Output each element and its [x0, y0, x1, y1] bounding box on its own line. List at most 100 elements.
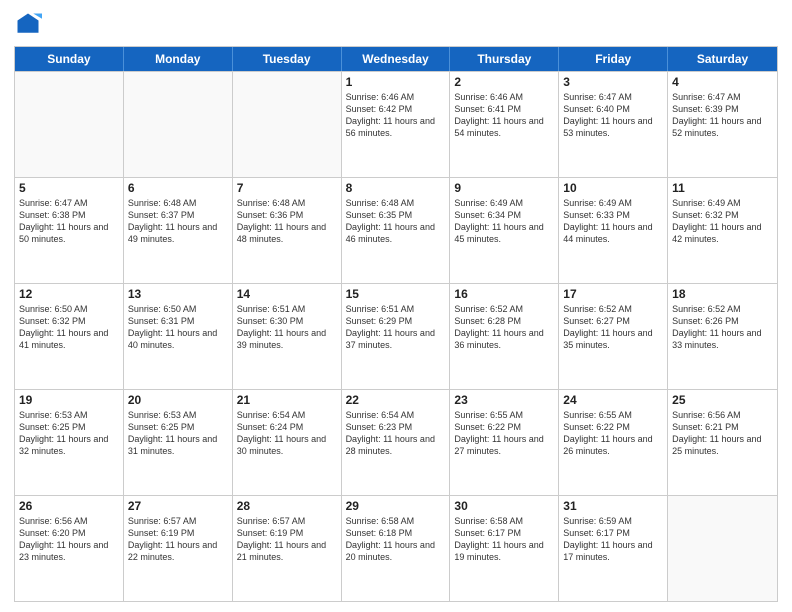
calendar-cell: 11 Sunrise: 6:49 AM Sunset: 6:32 PM Dayli…	[668, 178, 777, 283]
calendar-cell: 24 Sunrise: 6:55 AM Sunset: 6:22 PM Dayli…	[559, 390, 668, 495]
day-number: 6	[128, 181, 228, 195]
day-info: Sunrise: 6:48 AM Sunset: 6:36 PM Dayligh…	[237, 197, 337, 246]
weekday-header: Sunday	[15, 47, 124, 71]
calendar-cell: 28Sunrise: 6:57 AM Sunset: 6:19 PM Dayli…	[233, 496, 342, 601]
calendar: SundayMondayTuesdayWednesdayThursdayFrid…	[14, 46, 778, 602]
day-info: Sunrise: 6:51 AM Sunset: 6:29 PM Dayligh…	[346, 303, 446, 352]
calendar-row: 26 Sunrise: 6:56 AM Sunset: 6:20 PM Dayli…	[15, 495, 777, 601]
day-info: Sunrise: 6:59 AM Sunset: 6:17 PM Dayligh…	[563, 515, 663, 564]
day-number: 3	[563, 75, 663, 89]
day-info: Sunrise: 6:46 AM Sunset: 6:42 PM Dayligh…	[346, 91, 446, 140]
day-info: Sunrise: 6:56 AM Sunset: 6:20 PM Dayligh…	[19, 515, 119, 564]
calendar-cell: 13 Sunrise: 6:50 AM Sunset: 6:31 PM Dayli…	[124, 284, 233, 389]
day-info: Sunrise: 6:53 AM Sunset: 6:25 PM Dayligh…	[128, 409, 228, 458]
calendar-row: 1 Sunrise: 6:46 AM Sunset: 6:42 PM Daylig…	[15, 71, 777, 177]
calendar-cell: 21Sunrise: 6:54 AM Sunset: 6:24 PM Dayli…	[233, 390, 342, 495]
calendar-cell: 3 Sunrise: 6:47 AM Sunset: 6:40 PM Daylig…	[559, 72, 668, 177]
day-info: Sunrise: 6:55 AM Sunset: 6:22 PM Dayligh…	[563, 409, 663, 458]
day-info: Sunrise: 6:56 AM Sunset: 6:21 PM Dayligh…	[672, 409, 773, 458]
logo-icon	[14, 10, 42, 38]
calendar-cell: 26 Sunrise: 6:56 AM Sunset: 6:20 PM Dayli…	[15, 496, 124, 601]
day-number: 30	[454, 499, 554, 513]
day-number: 8	[346, 181, 446, 195]
calendar-cell: 4 Sunrise: 6:47 AM Sunset: 6:39 PM Daylig…	[668, 72, 777, 177]
day-number: 18	[672, 287, 773, 301]
calendar-cell: 25 Sunrise: 6:56 AM Sunset: 6:21 PM Dayli…	[668, 390, 777, 495]
day-number: 27	[128, 499, 228, 513]
day-number: 16	[454, 287, 554, 301]
weekday-header: Friday	[559, 47, 668, 71]
calendar-cell	[668, 496, 777, 601]
day-info: Sunrise: 6:46 AM Sunset: 6:41 PM Dayligh…	[454, 91, 554, 140]
day-info: Sunrise: 6:58 AM Sunset: 6:18 PM Dayligh…	[346, 515, 446, 564]
day-info: Sunrise: 6:58 AM Sunset: 6:17 PM Dayligh…	[454, 515, 554, 564]
day-number: 9	[454, 181, 554, 195]
day-number: 11	[672, 181, 773, 195]
calendar-cell: 30 Sunrise: 6:58 AM Sunset: 6:17 PM Dayli…	[450, 496, 559, 601]
calendar-cell: 12 Sunrise: 6:50 AM Sunset: 6:32 PM Dayli…	[15, 284, 124, 389]
day-info: Sunrise: 6:57 AM Sunset: 6:19 PM Dayligh…	[128, 515, 228, 564]
weekday-header: Monday	[124, 47, 233, 71]
day-number: 21	[237, 393, 337, 407]
day-number: 24	[563, 393, 663, 407]
calendar-row: 12 Sunrise: 6:50 AM Sunset: 6:32 PM Dayli…	[15, 283, 777, 389]
calendar-cell: 16 Sunrise: 6:52 AM Sunset: 6:28 PM Dayli…	[450, 284, 559, 389]
day-number: 31	[563, 499, 663, 513]
day-number: 7	[237, 181, 337, 195]
day-number: 26	[19, 499, 119, 513]
day-number: 22	[346, 393, 446, 407]
day-number: 2	[454, 75, 554, 89]
day-number: 19	[19, 393, 119, 407]
day-info: Sunrise: 6:47 AM Sunset: 6:40 PM Dayligh…	[563, 91, 663, 140]
logo	[14, 10, 46, 38]
day-info: Sunrise: 6:50 AM Sunset: 6:31 PM Dayligh…	[128, 303, 228, 352]
calendar-cell: 23 Sunrise: 6:55 AM Sunset: 6:22 PM Dayli…	[450, 390, 559, 495]
calendar-cell: 2 Sunrise: 6:46 AM Sunset: 6:41 PM Daylig…	[450, 72, 559, 177]
day-number: 4	[672, 75, 773, 89]
calendar-cell: 1 Sunrise: 6:46 AM Sunset: 6:42 PM Daylig…	[342, 72, 451, 177]
day-info: Sunrise: 6:49 AM Sunset: 6:33 PM Dayligh…	[563, 197, 663, 246]
day-info: Sunrise: 6:54 AM Sunset: 6:23 PM Dayligh…	[346, 409, 446, 458]
day-number: 5	[19, 181, 119, 195]
calendar-cell	[15, 72, 124, 177]
day-info: Sunrise: 6:47 AM Sunset: 6:38 PM Dayligh…	[19, 197, 119, 246]
day-number: 13	[128, 287, 228, 301]
calendar-cell	[233, 72, 342, 177]
calendar-cell: 27 Sunrise: 6:57 AM Sunset: 6:19 PM Dayli…	[124, 496, 233, 601]
weekday-header: Saturday	[668, 47, 777, 71]
calendar-cell: 20Sunrise: 6:53 AM Sunset: 6:25 PM Dayli…	[124, 390, 233, 495]
calendar-header: SundayMondayTuesdayWednesdayThursdayFrid…	[15, 47, 777, 71]
calendar-cell: 31 Sunrise: 6:59 AM Sunset: 6:17 PM Dayli…	[559, 496, 668, 601]
calendar-cell: 29Sunrise: 6:58 AM Sunset: 6:18 PM Dayli…	[342, 496, 451, 601]
calendar-cell: 19 Sunrise: 6:53 AM Sunset: 6:25 PM Dayli…	[15, 390, 124, 495]
day-number: 12	[19, 287, 119, 301]
calendar-cell: 14Sunrise: 6:51 AM Sunset: 6:30 PM Dayli…	[233, 284, 342, 389]
calendar-cell: 9 Sunrise: 6:49 AM Sunset: 6:34 PM Daylig…	[450, 178, 559, 283]
day-info: Sunrise: 6:50 AM Sunset: 6:32 PM Dayligh…	[19, 303, 119, 352]
day-info: Sunrise: 6:55 AM Sunset: 6:22 PM Dayligh…	[454, 409, 554, 458]
page-header	[14, 10, 778, 38]
calendar-cell: 8Sunrise: 6:48 AM Sunset: 6:35 PM Daylig…	[342, 178, 451, 283]
calendar-cell: 22 Sunrise: 6:54 AM Sunset: 6:23 PM Dayli…	[342, 390, 451, 495]
calendar-cell	[124, 72, 233, 177]
day-info: Sunrise: 6:52 AM Sunset: 6:28 PM Dayligh…	[454, 303, 554, 352]
day-info: Sunrise: 6:53 AM Sunset: 6:25 PM Dayligh…	[19, 409, 119, 458]
calendar-body: 1 Sunrise: 6:46 AM Sunset: 6:42 PM Daylig…	[15, 71, 777, 601]
day-number: 25	[672, 393, 773, 407]
weekday-header: Thursday	[450, 47, 559, 71]
day-info: Sunrise: 6:49 AM Sunset: 6:32 PM Dayligh…	[672, 197, 773, 246]
day-info: Sunrise: 6:49 AM Sunset: 6:34 PM Dayligh…	[454, 197, 554, 246]
calendar-cell: 10 Sunrise: 6:49 AM Sunset: 6:33 PM Dayli…	[559, 178, 668, 283]
day-number: 28	[237, 499, 337, 513]
day-info: Sunrise: 6:48 AM Sunset: 6:37 PM Dayligh…	[128, 197, 228, 246]
day-number: 1	[346, 75, 446, 89]
weekday-header: Tuesday	[233, 47, 342, 71]
day-number: 23	[454, 393, 554, 407]
calendar-cell: 15Sunrise: 6:51 AM Sunset: 6:29 PM Dayli…	[342, 284, 451, 389]
day-info: Sunrise: 6:47 AM Sunset: 6:39 PM Dayligh…	[672, 91, 773, 140]
day-info: Sunrise: 6:52 AM Sunset: 6:26 PM Dayligh…	[672, 303, 773, 352]
calendar-cell: 7 Sunrise: 6:48 AM Sunset: 6:36 PM Daylig…	[233, 178, 342, 283]
day-number: 10	[563, 181, 663, 195]
day-number: 14	[237, 287, 337, 301]
calendar-cell: 6 Sunrise: 6:48 AM Sunset: 6:37 PM Daylig…	[124, 178, 233, 283]
